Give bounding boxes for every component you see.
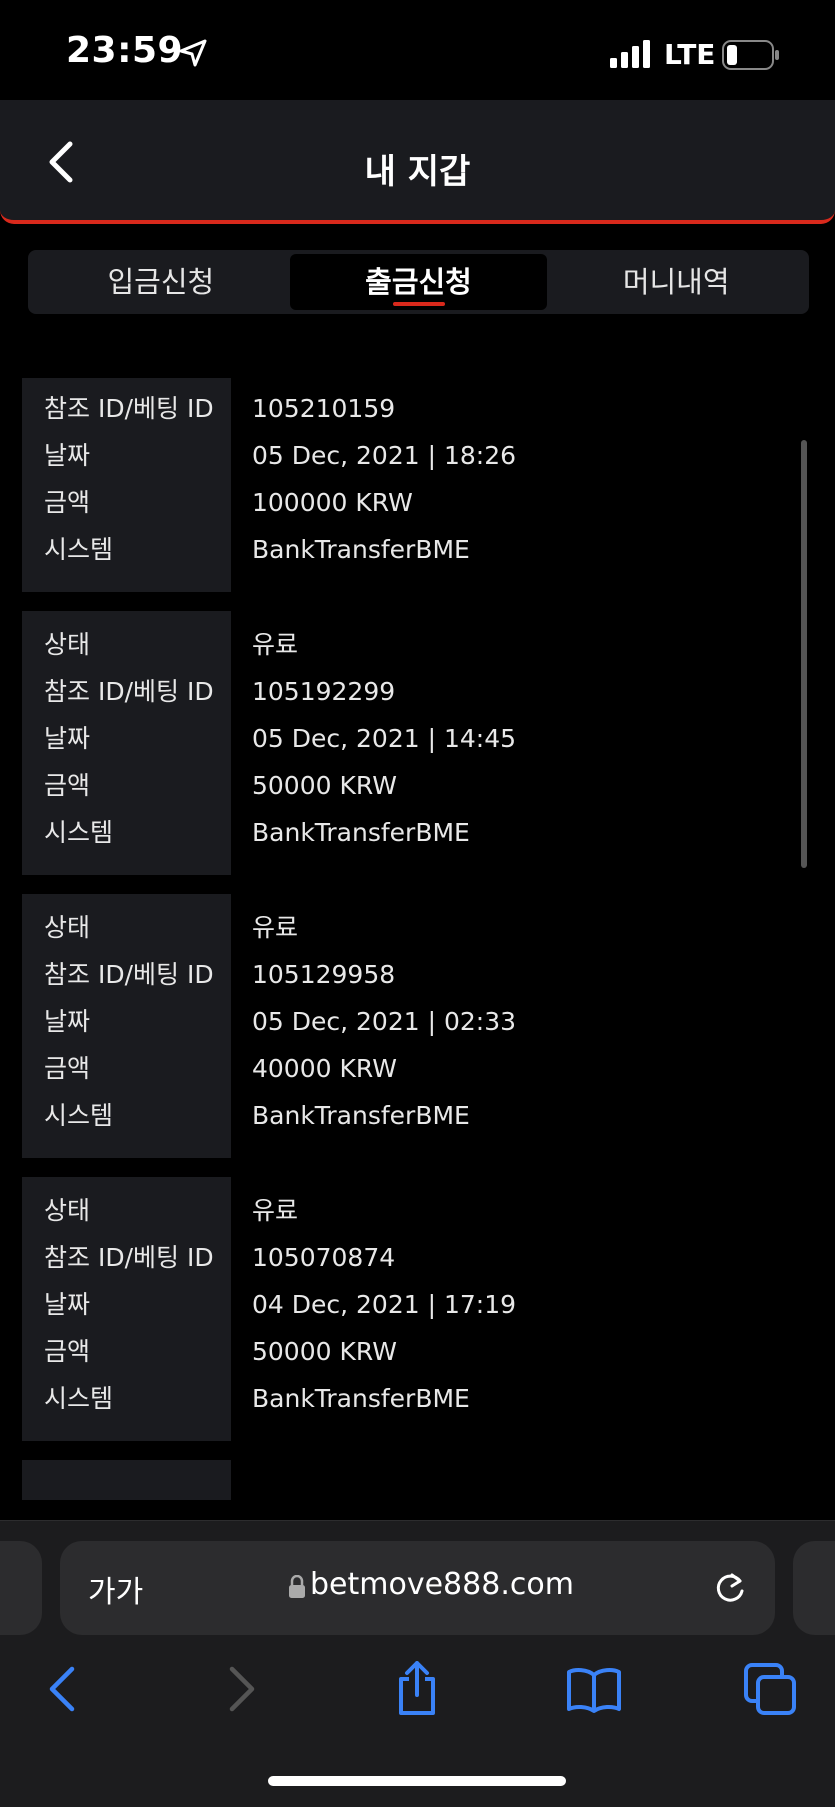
tabs-overview-icon[interactable] (742, 1661, 800, 1717)
tab-money-history[interactable]: 머니내역 (547, 254, 805, 310)
browser-back-icon[interactable] (34, 1661, 92, 1717)
record-row-system: 시스템 BankTransferBME (0, 1092, 835, 1139)
record-row-date: 날짜 05 Dec, 2021 | 18:26 (0, 432, 835, 479)
record-row-amount: 금액 100000 KRW (0, 479, 835, 526)
field-label: 날짜 (44, 724, 91, 753)
location-arrow-icon (179, 39, 207, 67)
browser-forward-icon[interactable] (212, 1661, 270, 1717)
record-row-ref-id: 참조 ID/베팅 ID 105070874 (0, 1234, 835, 1281)
record-row-amount: 금액 50000 KRW (0, 762, 835, 809)
record-row-system: 시스템 BankTransferBME (0, 809, 835, 856)
field-value: 04 Dec, 2021 | 17:19 (252, 1290, 517, 1319)
field-label: 시스템 (44, 818, 114, 847)
record-row-ref-id: 참조 ID/베팅 ID 105192299 (0, 668, 835, 715)
field-label: 상태 (44, 1196, 91, 1225)
lock-icon (289, 1575, 305, 1598)
field-value: 유료 (252, 378, 298, 385)
bookmarks-icon[interactable] (565, 1661, 623, 1717)
field-value: 50000 KRW (252, 1337, 397, 1366)
field-label: 금액 (44, 1054, 91, 1083)
url-text: betmove888.com (310, 1567, 574, 1602)
carrier-label: LTE (664, 38, 716, 71)
field-label: 참조 ID/베팅 ID (44, 394, 214, 423)
withdrawal-list[interactable]: 상태유료 참조 ID/베팅 ID105210159 날짜05 Dec, 2021… (0, 378, 835, 1500)
field-label: 참조 ID/베팅 ID (44, 960, 214, 989)
record-row-system: 시스템 BankTransferBME (0, 526, 835, 573)
record-row-status: 상태 유료 (0, 1187, 835, 1234)
record-row-status: 상태 유료 (0, 621, 835, 668)
tab-label: 입금신청 (107, 265, 215, 299)
field-value: 유료 (252, 913, 299, 942)
field-label: 시스템 (44, 1384, 114, 1413)
field-label: 날짜 (44, 1007, 91, 1036)
active-tab-indicator (392, 302, 445, 306)
field-value: BankTransferBME (252, 1101, 470, 1130)
field-value: 05 Dec, 2021 | 02:33 (252, 1007, 517, 1036)
field-label: 날짜 (44, 441, 91, 470)
field-label: 시스템 (44, 1101, 114, 1130)
record-label-column (22, 1460, 231, 1500)
record-row-date: 날짜 04 Dec, 2021 | 17:19 (0, 1281, 835, 1328)
tab-withdraw[interactable]: 출금신청 (289, 254, 548, 310)
field-value: 100000 KRW (252, 488, 413, 517)
withdrawal-record: 상태 유료 참조 ID/베팅 ID 105192299 날짜 05 Dec, 2021… (0, 611, 835, 875)
share-icon[interactable] (388, 1661, 446, 1717)
field-value: 105210159 (252, 394, 396, 423)
next-tab-pill[interactable] (793, 1541, 835, 1635)
page-title: 내 지갑 (364, 152, 471, 192)
tab-label: 출금신청 (365, 265, 472, 299)
record-row-date: 날짜 05 Dec, 2021 | 14:45 (0, 715, 835, 762)
field-label: 참조 ID/베팅 ID (44, 677, 214, 706)
app-header: 내 지갑 (0, 100, 835, 224)
record-row-status: 상태 유료 (0, 378, 835, 385)
field-label: 참조 ID/베팅 ID (44, 1243, 214, 1272)
field-value: 105070874 (252, 1243, 396, 1272)
wallet-tabs: 입금신청 출금신청 머니내역 (28, 250, 809, 314)
record-row-ref-id: 참조 ID/베팅 ID 105210159 (0, 385, 835, 432)
battery-icon (722, 40, 779, 70)
withdrawal-list-content: 상태유료 참조 ID/베팅 ID105210159 날짜05 Dec, 2021… (0, 378, 835, 1500)
field-value: BankTransferBME (252, 1384, 470, 1413)
address-bar[interactable]: 가가 betmove888.com (60, 1541, 775, 1635)
field-value: 40000 KRW (252, 1054, 397, 1083)
signal-strength-icon (610, 40, 650, 68)
field-value: 105129958 (252, 960, 396, 989)
browser-chrome: 가가 betmove888.com (0, 1520, 835, 1807)
tab-label: 머니내역 (622, 265, 730, 299)
field-value: 50000 KRW (252, 771, 397, 800)
withdrawal-record-partial (0, 1460, 835, 1500)
field-value: 유료 (252, 1196, 299, 1225)
field-label: 금액 (44, 771, 91, 800)
field-label: 금액 (44, 488, 91, 517)
home-indicator[interactable] (268, 1776, 566, 1786)
previous-tab-pill[interactable] (0, 1541, 42, 1635)
field-label: 날짜 (44, 1290, 91, 1319)
field-value: BankTransferBME (252, 535, 470, 564)
tab-deposit[interactable]: 입금신청 (32, 254, 290, 310)
field-value: BankTransferBME (252, 818, 470, 847)
record-row-amount: 금액 40000 KRW (0, 1045, 835, 1092)
field-label: 상태 (44, 913, 91, 942)
field-value: 105192299 (252, 677, 396, 706)
record-row-date: 날짜 05 Dec, 2021 | 02:33 (0, 998, 835, 1045)
field-value: 유료 (252, 630, 299, 659)
text-size-button[interactable]: 가가 (88, 1567, 143, 1611)
list-scrollbar[interactable] (801, 440, 807, 868)
field-label: 상태 (44, 630, 91, 659)
status-time: 23:59 (66, 30, 184, 71)
record-row-status: 상태 유료 (0, 904, 835, 951)
withdrawal-record: 상태 유료 참조 ID/베팅 ID 105210159 날짜 05 Dec, 2021… (0, 378, 835, 592)
field-label: 시스템 (44, 535, 114, 564)
status-bar: 23:59 LTE (0, 0, 835, 100)
withdrawal-record: 상태 유료 참조 ID/베팅 ID 105070874 날짜 04 Dec, 2021… (0, 1177, 835, 1441)
record-row-amount: 금액 50000 KRW (0, 1328, 835, 1375)
record-row-system: 시스템 BankTransferBME (0, 1375, 835, 1422)
field-value: 05 Dec, 2021 | 14:45 (252, 724, 517, 753)
record-row-ref-id: 참조 ID/베팅 ID 105129958 (0, 951, 835, 998)
field-label: 금액 (44, 1337, 91, 1366)
field-label: 상태 (44, 378, 90, 385)
withdrawal-record: 상태 유료 참조 ID/베팅 ID 105129958 날짜 05 Dec, 2021… (0, 894, 835, 1158)
field-value: 05 Dec, 2021 | 18:26 (252, 441, 517, 470)
reload-icon[interactable] (712, 1569, 748, 1607)
